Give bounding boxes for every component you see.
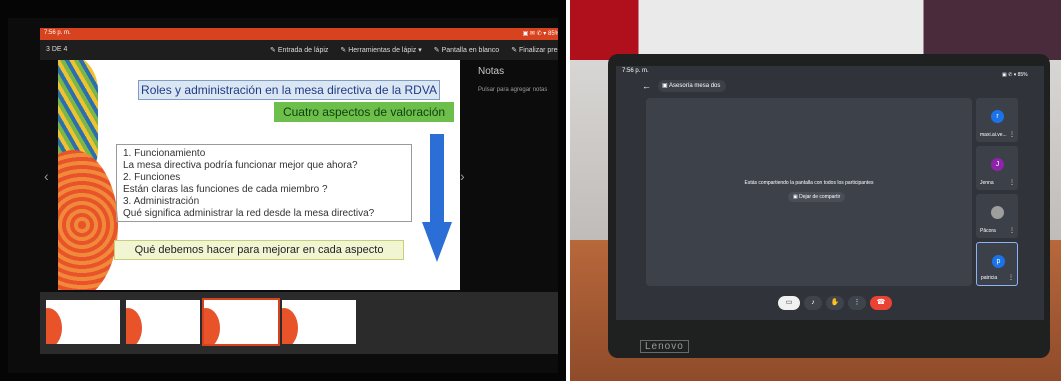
participant-name: patricia xyxy=(981,275,998,281)
slide-bottom-question: Qué debemos hacer para mejorar en cada a… xyxy=(114,240,404,260)
raise-hand-icon[interactable]: ✋ xyxy=(826,296,844,310)
slide-subtitle: Cuatro aspectos de valoración xyxy=(274,102,454,122)
participant-tile[interactable]: J Jenna ⋮ xyxy=(976,146,1018,190)
photo-left-tablet-presentation: 7:56 p. m. ▣ ✉ ✆ ▾ 85% 3 DE 4 Entrada de… xyxy=(0,0,566,381)
hang-up-icon[interactable]: ☎ xyxy=(870,296,892,310)
more-options-icon[interactable]: ⋮ xyxy=(1009,227,1015,234)
blank-screen-button[interactable]: Pantalla en blanco xyxy=(434,46,500,54)
avatar-photo xyxy=(991,206,1004,219)
more-options-icon[interactable]: ⋮ xyxy=(1009,131,1015,138)
participant-name: Jenna xyxy=(980,180,994,186)
slide-line: Están claras las funciones de cada miemb… xyxy=(123,184,328,195)
slide-line: 3. Administración xyxy=(123,196,200,207)
participant-name: maxi.ai.ve... xyxy=(980,132,1007,138)
slide-question-list: 1. Funcionamiento La mesa directiva podr… xyxy=(116,144,412,222)
camera-icon[interactable]: ▭ xyxy=(778,296,800,310)
status-time: 7:56 p. m. xyxy=(622,68,649,74)
notes-placeholder[interactable]: Pulsar para agregar notas xyxy=(478,87,566,93)
down-arrow-icon xyxy=(422,134,452,262)
slide-thumbnail[interactable]: 1 xyxy=(46,300,120,344)
pen-input-button[interactable]: Entrada de lápiz xyxy=(270,46,329,54)
slide-line: Qué significa administrar la red desde l… xyxy=(123,208,375,219)
slide-line: 1. Funcionamiento xyxy=(123,148,206,159)
participant-tile[interactable]: Pâcora ⋮ xyxy=(976,194,1018,238)
slide-thumbnail[interactable]: 4 xyxy=(282,300,356,344)
current-slide[interactable]: Roles y administración en la mesa direct… xyxy=(58,60,460,290)
stop-sharing-label: Dejar de compartir xyxy=(799,194,841,200)
screen-share-stage: Estás compartiendo la pantalla con todos… xyxy=(646,98,972,286)
back-arrow-icon[interactable]: ← xyxy=(642,80,654,92)
previous-slide-icon[interactable]: ‹ xyxy=(44,168,49,184)
participant-name: Pâcora xyxy=(980,228,996,234)
stop-sharing-button[interactable]: ▣ Dejar de compartir xyxy=(788,192,846,202)
slide-counter: 3 DE 4 xyxy=(46,46,68,53)
pen-tools-button[interactable]: Herramientas de lápiz ▾ xyxy=(340,46,422,54)
end-presentation-button[interactable]: Finalizar presentación xyxy=(511,46,566,54)
notes-panel[interactable]: Notas Pulsar para agregar notas xyxy=(478,66,566,93)
more-options-icon[interactable]: ⋮ xyxy=(1009,179,1015,186)
mic-icon[interactable]: ♪ xyxy=(804,296,822,310)
slide-thumbnail-selected[interactable]: 3 xyxy=(202,298,280,346)
slide-decoration-circle xyxy=(58,150,118,290)
meeting-title-chip[interactable]: ▣ Asesoría mesa dos xyxy=(658,80,727,92)
slide-thumbnails: 1 2 3 4 xyxy=(40,292,566,354)
background-room xyxy=(570,0,1061,60)
presentation-toolbar: 3 DE 4 Entrada de lápiz Herramientas de … xyxy=(40,40,566,60)
status-time: 7:56 p. m. xyxy=(44,30,71,36)
share-message: Estás compartiendo la pantalla con todos… xyxy=(744,180,874,186)
status-icons: ▣ ✆ ▾ 85% xyxy=(1002,72,1028,78)
more-options-icon[interactable]: ⋮ xyxy=(1008,274,1014,281)
call-controls: ▭ ♪ ✋ ⋮ ☎ xyxy=(778,296,892,310)
status-icons: ▣ ✉ ✆ ▾ 85% xyxy=(522,31,560,37)
slide-thumbnail[interactable]: 2 xyxy=(126,300,200,344)
next-slide-icon[interactable]: › xyxy=(460,168,465,184)
more-icon[interactable]: ⋮ xyxy=(848,296,866,310)
participant-tile[interactable]: r maxi.ai.ve... ⋮ xyxy=(976,98,1018,142)
avatar: p xyxy=(992,255,1005,268)
avatar: r xyxy=(991,110,1004,123)
meeting-title: Asesoría mesa dos xyxy=(669,83,721,89)
participant-tile-active[interactable]: p patricia ⋮ xyxy=(976,242,1018,286)
notes-heading: Notas xyxy=(478,66,505,77)
slide-title: Roles y administración en la mesa direct… xyxy=(138,80,440,100)
photo-right-tablet-videocall: 7:56 p. m. ▣ ✆ ▾ 85% ← ▣ Asesoría mesa d… xyxy=(570,0,1061,381)
status-bar: 7:56 p. m. ▣ ✉ ✆ ▾ 85% xyxy=(40,28,566,40)
avatar: J xyxy=(991,158,1004,171)
slide-line: La mesa directiva podría funcionar mejor… xyxy=(123,160,358,171)
lenovo-brand: Lenovo xyxy=(640,340,689,353)
slide-line: 2. Funciones xyxy=(123,172,181,183)
